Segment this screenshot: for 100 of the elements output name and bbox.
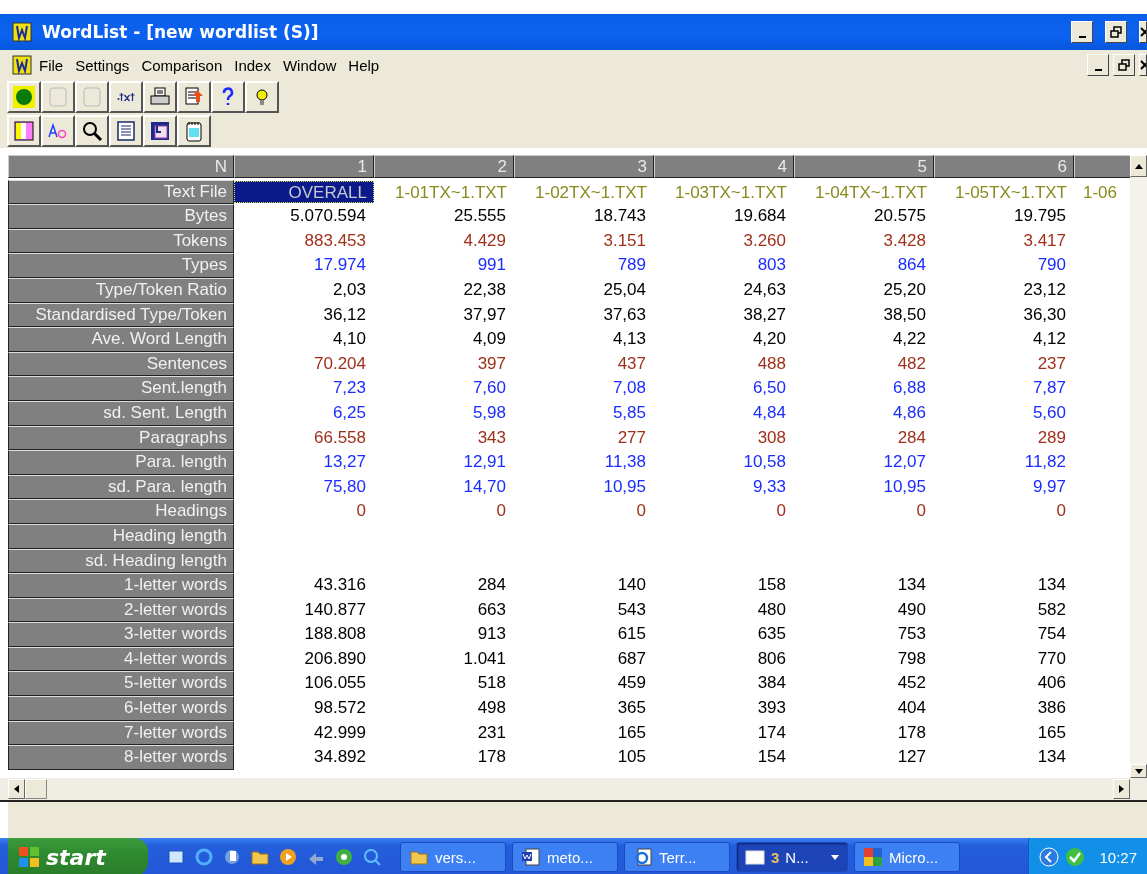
row-header[interactable]: sd. Heading length [8, 548, 234, 574]
row-header[interactable]: Paragraphs [8, 425, 234, 451]
file-name-cell[interactable]: 1-06 [1074, 180, 1130, 204]
record-button[interactable] [7, 81, 41, 113]
txt-file-button[interactable] [109, 81, 143, 113]
column-header[interactable]: N [8, 155, 234, 178]
row-header[interactable]: 1-letter words [8, 573, 234, 598]
table-cell-text: 635 [756, 623, 787, 646]
table-cell-text: 127 [896, 746, 927, 769]
clock: 10:27 [1099, 848, 1137, 866]
file-name-cell[interactable]: 1-02TX~1.TXT [514, 180, 654, 204]
column-header[interactable]: 6 [934, 155, 1074, 178]
row-header[interactable]: 2-letter words [8, 597, 234, 623]
close-button[interactable] [1139, 21, 1147, 43]
column-header[interactable]: 2 [374, 155, 514, 178]
menu-item[interactable]: Help [343, 56, 385, 74]
table-cell-text: 36,12 [322, 303, 367, 326]
table-cell-text: 9,97 [1031, 475, 1067, 498]
minimize-button[interactable] [1087, 54, 1109, 76]
scroll-up-icon [1134, 163, 1143, 169]
row-header[interactable]: Ave. Word Length [8, 327, 234, 352]
table-cell-text: 913 [476, 623, 507, 646]
row-header[interactable]: 6-letter words [8, 696, 234, 721]
restore-button[interactable] [1105, 21, 1127, 43]
blank-button[interactable] [75, 81, 109, 113]
file-name-cell[interactable]: 1-03TX~1.TXT [654, 180, 794, 204]
notepad-button[interactable] [177, 115, 211, 147]
file-name-cell[interactable]: 1-04TX~1.TXT [794, 180, 934, 204]
table-cell-text: 789 [616, 254, 647, 277]
row-header[interactable]: Sentences [8, 351, 234, 377]
font-button[interactable] [41, 115, 75, 147]
column-header[interactable]: 5 [794, 155, 934, 178]
start-button[interactable]: start [8, 838, 148, 874]
table-cell-text: 343 [476, 426, 507, 449]
table-cell-text: 7,23 [331, 377, 367, 400]
table-cell-text: 24,63 [742, 278, 787, 301]
window-title: WordList - [new wordlist (S)] [42, 22, 320, 42]
record-icon [13, 86, 35, 108]
blank-button[interactable] [41, 81, 75, 113]
table-cell-text: 452 [896, 672, 927, 695]
restore-button[interactable] [1113, 54, 1135, 76]
scroll-thumb[interactable] [25, 779, 47, 799]
minimize-button[interactable] [1071, 21, 1093, 43]
row-header[interactable]: Tokens [8, 228, 234, 254]
list-button[interactable] [109, 115, 143, 147]
row-header[interactable]: sd. Para. length [8, 474, 234, 500]
vertical-scrollbar[interactable] [1130, 155, 1147, 778]
taskbar-button[interactable]: meto... [512, 842, 618, 872]
menu-item[interactable]: File [34, 56, 69, 74]
print-button[interactable] [143, 81, 177, 113]
menu-item[interactable]: Window [277, 56, 342, 74]
row-header[interactable]: Para. length [8, 450, 234, 475]
row-header[interactable]: Text File [8, 179, 234, 205]
horizontal-scrollbar[interactable] [0, 778, 1147, 802]
taskbar-button[interactable]: Micro... [854, 842, 960, 872]
table-cell-text: 75,80 [322, 475, 367, 498]
row-header[interactable]: 4-letter words [8, 646, 234, 672]
file-name-cell[interactable]: 1-01TX~1.TXT [374, 180, 514, 204]
menu-item[interactable]: Comparison [136, 56, 228, 74]
table-cell-text: 66.558 [313, 426, 367, 449]
file-name-cell[interactable]: 1-05TX~1.TXT [934, 180, 1074, 204]
row-header[interactable]: Heading length [8, 523, 234, 549]
taskbar-button[interactable]: vers... [400, 842, 506, 872]
print-preview-button[interactable] [177, 81, 211, 113]
menu-item[interactable]: Index [229, 56, 276, 74]
minimize-icon [1094, 69, 1102, 71]
taskbar-button[interactable]: Terr... [624, 842, 730, 872]
column-header[interactable]: 4 [654, 155, 794, 178]
column-header[interactable]: 3 [514, 155, 654, 178]
file-name-cell[interactable]: OVERALL [234, 180, 374, 204]
help-button[interactable] [211, 81, 245, 113]
frame-button[interactable] [143, 115, 177, 147]
table-cell-text: 4,84 [751, 401, 787, 424]
table-cell-text: 687 [616, 647, 647, 670]
columns-button[interactable] [7, 115, 41, 147]
table-cell-text: 803 [756, 254, 787, 277]
close-icon [1140, 27, 1146, 37]
row-header[interactable]: 5-letter words [8, 671, 234, 697]
search-button[interactable] [75, 115, 109, 147]
row-header[interactable]: Headings [8, 499, 234, 524]
table-cell-text: 498 [476, 697, 507, 720]
row-header[interactable]: 3-letter words [8, 622, 234, 647]
row-header[interactable]: Standardised Type/Token [8, 302, 234, 328]
row-header[interactable]: 8-letter words [8, 745, 234, 770]
row-header[interactable]: Types [8, 253, 234, 278]
table-cell-text: 237 [1036, 352, 1067, 375]
taskbar-button[interactable]: 3 N... [736, 842, 848, 872]
row-header[interactable]: Bytes [8, 204, 234, 229]
close-button[interactable] [1139, 54, 1147, 76]
row-header[interactable]: sd. Sent. Length [8, 400, 234, 426]
row-header[interactable]: Type/Token Ratio [8, 277, 234, 303]
table-cell-text: 798 [896, 647, 927, 670]
column-header[interactable]: 1 [234, 155, 374, 178]
row-header[interactable]: 7-letter words [8, 720, 234, 746]
light-bulb-button[interactable] [245, 81, 279, 113]
table-cell-text: 37,63 [602, 303, 647, 326]
row-header[interactable]: Sent.length [8, 376, 234, 401]
menu-item[interactable]: Settings [70, 56, 135, 74]
column-header[interactable] [1074, 155, 1130, 178]
table-cell-text: 543 [616, 598, 647, 621]
